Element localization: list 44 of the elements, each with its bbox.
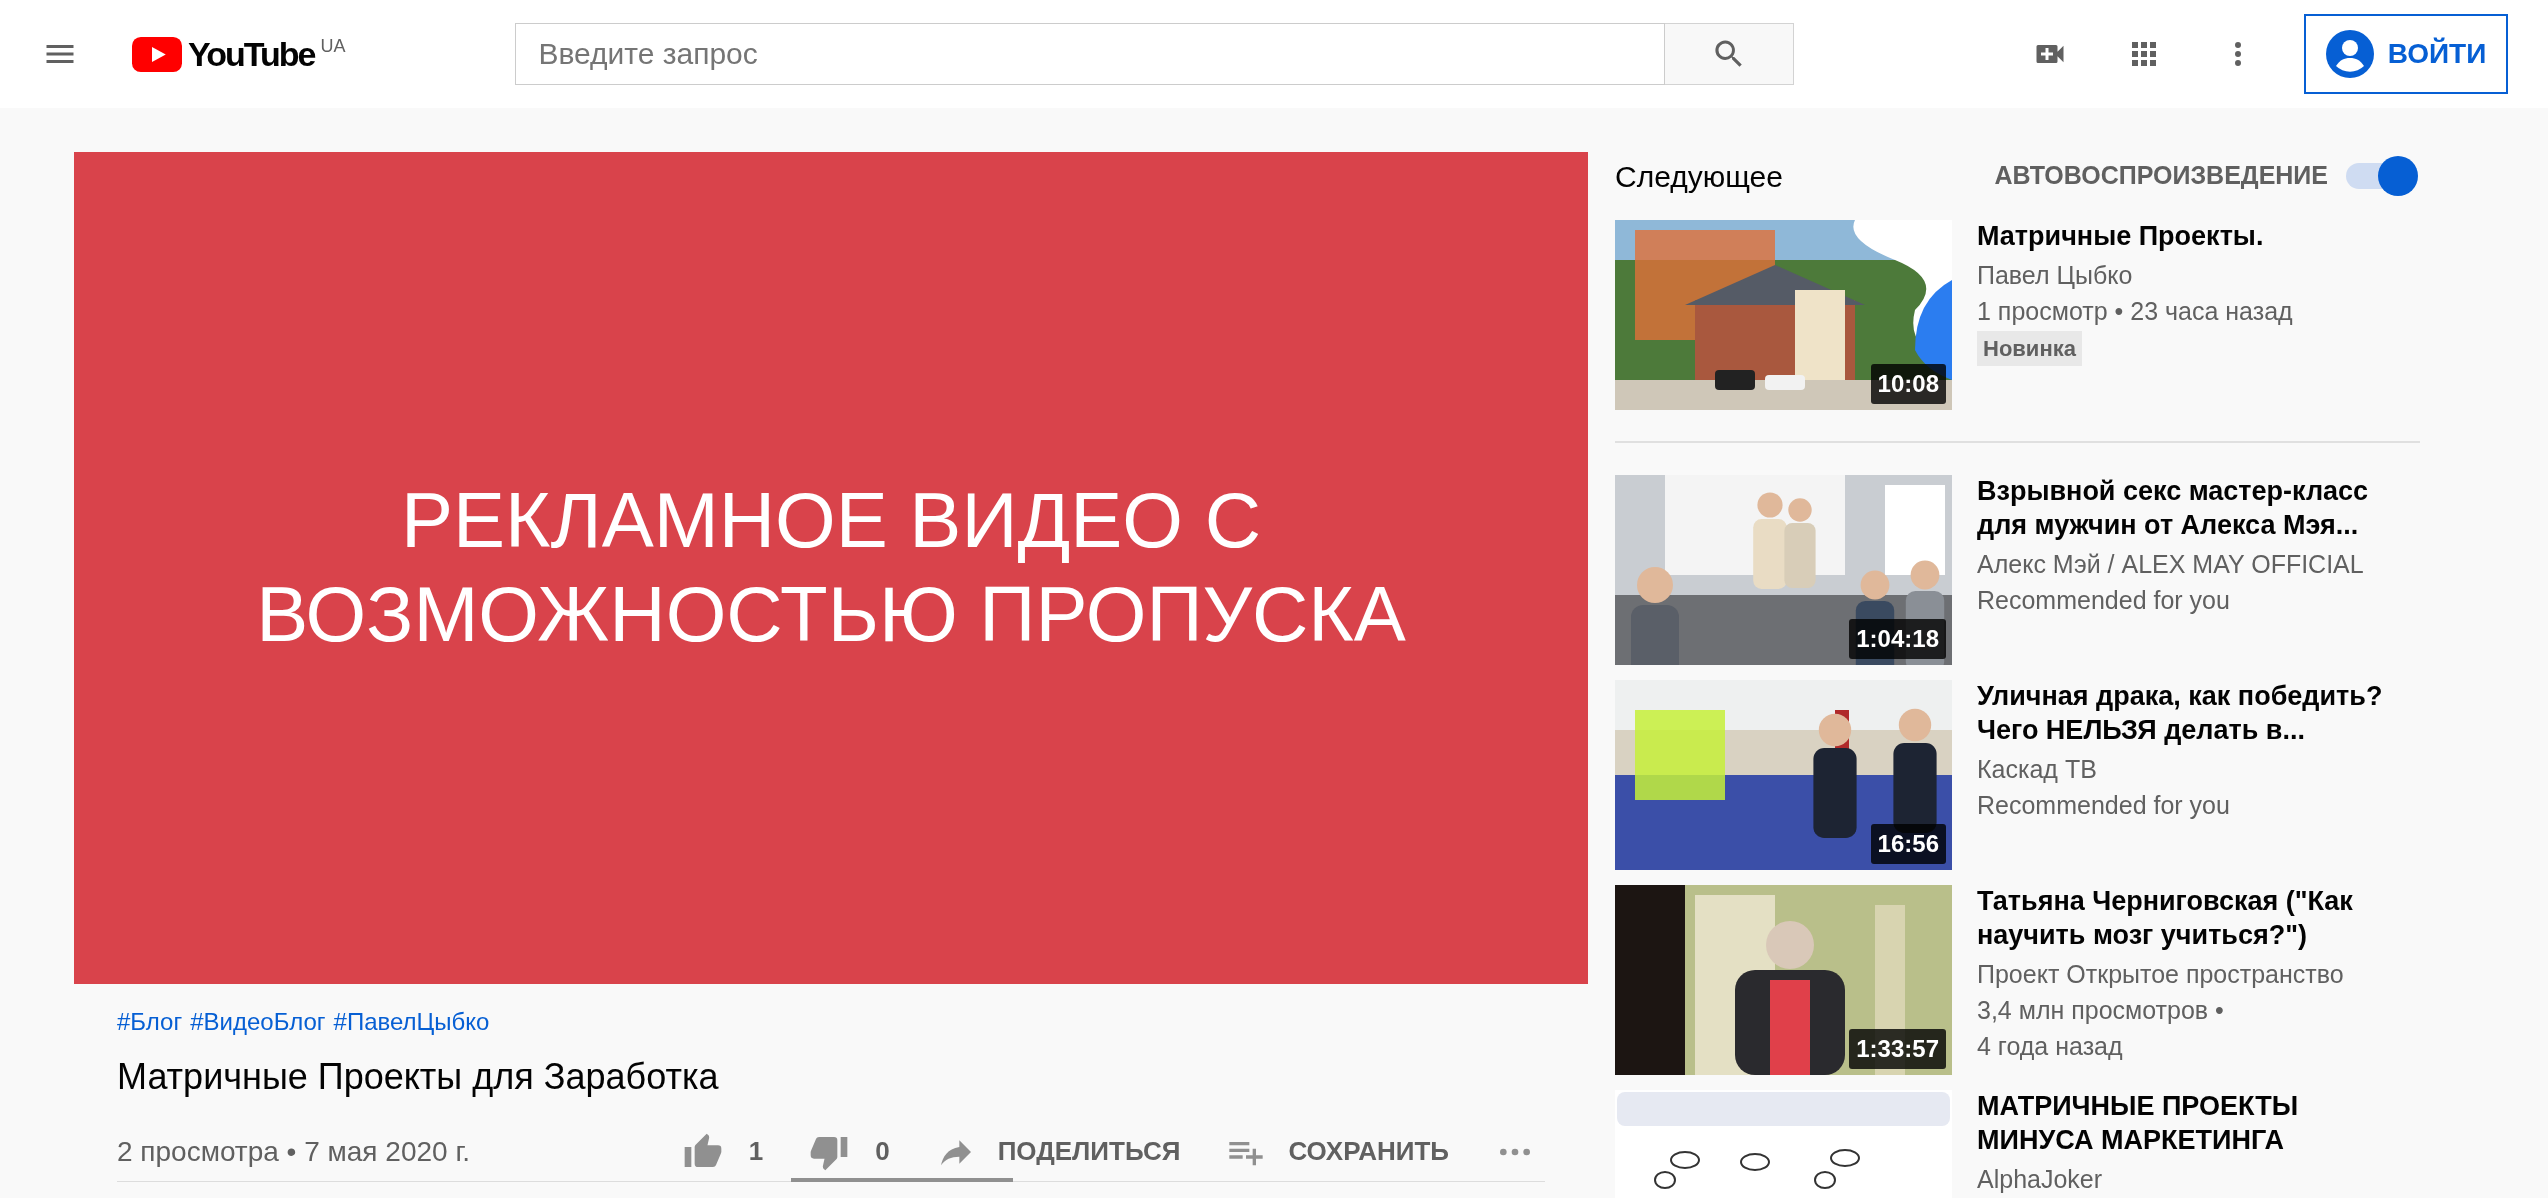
video-card[interactable]: 10:08 Матричные Проекты. Павел Цыбко 1 просмотр • 23 часа назад Новинка xyxy=(1615,220,2420,410)
hashtag-link[interactable]: #ПавелЦыбко xyxy=(333,1004,490,1040)
video-title: Матричные Проекты для Заработка xyxy=(117,1055,720,1099)
dislike-button[interactable]: 0 xyxy=(809,1131,890,1172)
video-meta: Recommended for you xyxy=(1977,789,2231,821)
search-button[interactable] xyxy=(1665,23,1795,85)
video-meta: Recommended for you xyxy=(1977,584,2231,616)
new-badge: Новинка xyxy=(1977,331,2082,366)
hashtag-link[interactable]: #ВидеоБлог xyxy=(190,1004,326,1040)
hashtag-link[interactable]: #Блог xyxy=(117,1004,183,1040)
channel-name[interactable]: Проект Открытое пространство xyxy=(1977,956,2397,992)
channel-name[interactable]: Каскад ТВ xyxy=(1977,751,2397,787)
channel-name[interactable]: Алекс Мэй / ALEX MAY OFFICIAL xyxy=(1977,546,2397,582)
view-count: 2 просмотра • 7 мая 2020 г. xyxy=(117,1134,470,1169)
duration-badge: 10:08 xyxy=(1870,364,1946,404)
save-button[interactable]: СОХРАНИТЬ xyxy=(1226,1131,1449,1172)
video-card-title[interactable]: Татьяна Черниговская ("Как научить мозг учиться?") xyxy=(1977,885,2397,953)
video-card[interactable]: МАТРИЧНЫЕ ПРОЕКТЫ МИНУСА МАРКЕТИНГА AlphaJoker xyxy=(1615,1090,2420,1198)
channel-name[interactable]: AlphaJoker xyxy=(1977,1161,2397,1197)
video-meta: 3,4 млн просмотров • xyxy=(1977,994,2225,1026)
region-label: UA xyxy=(320,34,346,58)
sign-in-button[interactable]: ВОЙТИ xyxy=(2304,14,2508,94)
video-player[interactable]: РЕКЛАМНОЕ ВИДЕО С ВОЗМОЖНОСТЬЮ ПРОПУСКА xyxy=(74,152,1588,984)
logo-text[interactable]: YouTube xyxy=(188,37,315,71)
video-meta: 1 просмотр • 23 часа назад xyxy=(1977,295,2294,327)
search-field[interactable]: Введите запрос xyxy=(515,23,1666,85)
duration-badge: 1:33:57 xyxy=(1849,1029,1946,1069)
play-logo-icon[interactable] xyxy=(132,36,182,72)
duration-badge: 1:04:18 xyxy=(1849,619,1946,659)
video-card-title[interactable]: МАТРИЧНЫЕ ПРОЕКТЫ МИНУСА МАРКЕТИНГА xyxy=(1977,1090,2397,1158)
video-meta: 4 года назад xyxy=(1977,1030,2124,1062)
like-button[interactable]: 1 xyxy=(682,1131,764,1172)
video-card-title[interactable]: Матричные Проекты. xyxy=(1977,220,2397,254)
channel-name[interactable]: Павел Цыбко xyxy=(1977,257,2397,293)
duration-badge: 16:56 xyxy=(1870,824,1946,864)
user-avatar-icon xyxy=(2325,30,2374,78)
ad-text: РЕКЛАМНОЕ ВИДЕО С ВОЗМОЖНОСТЬЮ ПРОПУСКА xyxy=(256,475,1406,660)
video-card[interactable]: 16:56 Уличная драка, как победить? Чего НЕЛЬЗЯ делать в... Каскад ТВ Recommended for you xyxy=(1615,680,2420,870)
video-card-title[interactable]: Взрывной секс мастер-класс для мужчин от Алекса Мэя... xyxy=(1977,475,2397,543)
up-next-heading: Следующее xyxy=(1615,158,1783,195)
video-card-title[interactable]: Уличная драка, как победить? Чего НЕЛЬЗЯ делать в... xyxy=(1977,680,2397,748)
autoplay-label: АВТОВОСПРОИЗВЕДЕНИЕ xyxy=(1994,160,2328,192)
share-button[interactable]: ПОДЕЛИТЬСЯ xyxy=(935,1131,1181,1172)
video-card[interactable]: 1:33:57 Татьяна Черниговская ("Как научить мозг учиться?") Проект Открытое пространство 3,4 млн просмотров • 4 года назад xyxy=(1615,885,2420,1075)
